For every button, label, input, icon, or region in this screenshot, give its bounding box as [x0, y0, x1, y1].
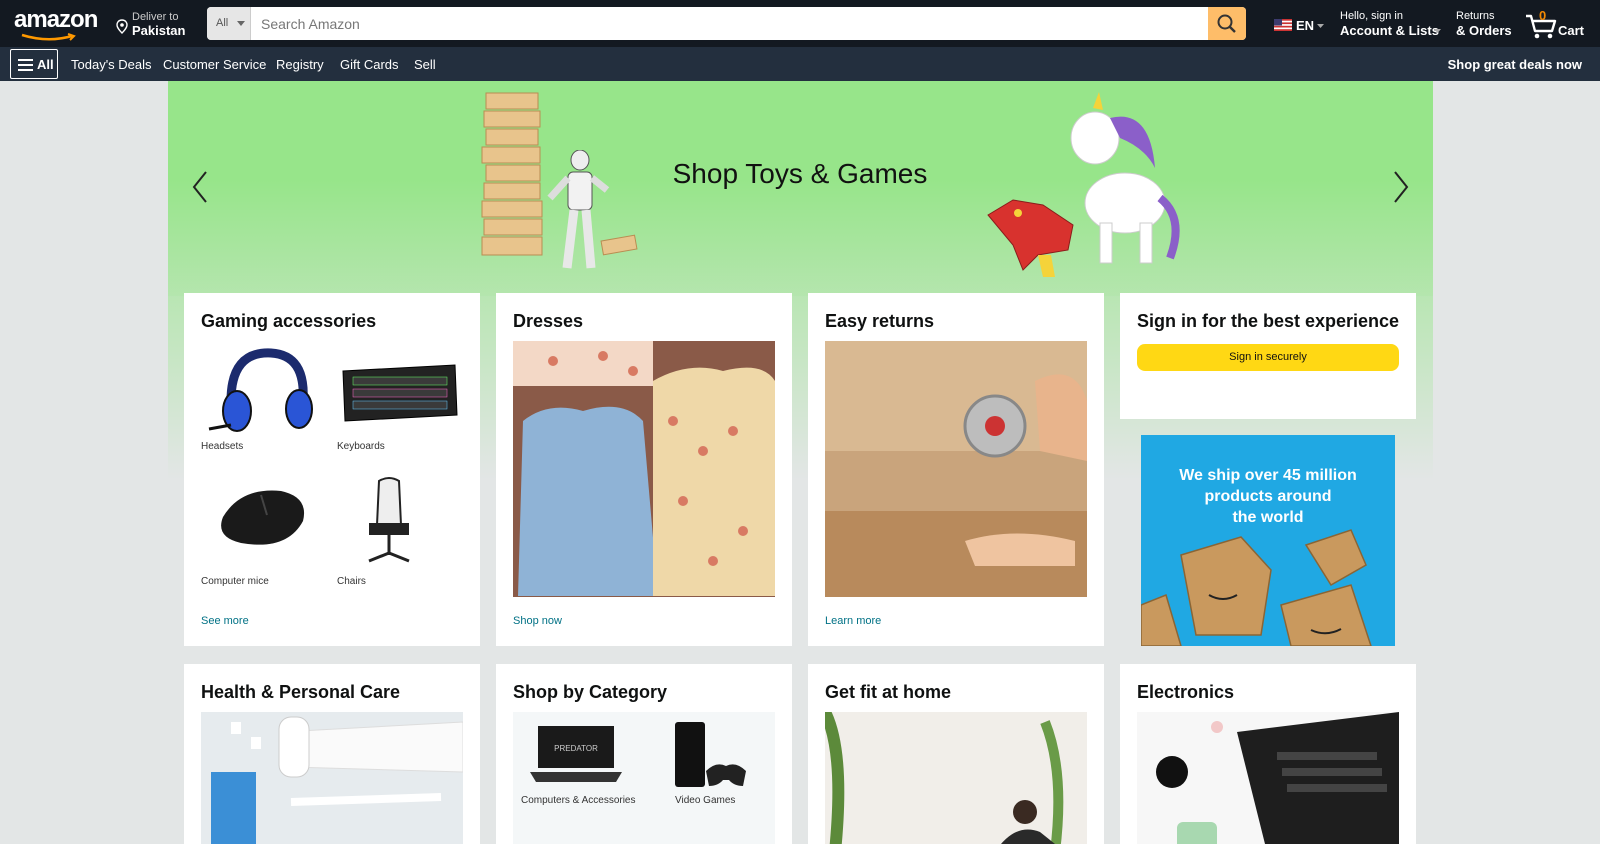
- keyboard-image: [342, 364, 458, 422]
- ad-text: We ship over 45 million products around …: [1141, 465, 1395, 528]
- chevron-down-icon: [1434, 29, 1441, 33]
- amazon-logo[interactable]: amazon: [14, 6, 100, 41]
- top-navigation-bar: amazon Deliver to Pakistan All Search Am…: [0, 0, 1600, 47]
- stormtrooper-figure-image: [547, 150, 610, 269]
- deliver-to-label: Deliver to: [132, 11, 179, 23]
- search-button[interactable]: [1208, 7, 1246, 40]
- computers-accessories-tile[interactable]: PREDATOR: [526, 716, 626, 796]
- headset-image: [208, 348, 313, 432]
- promo-link[interactable]: Shop great deals now: [1448, 57, 1582, 72]
- dresses-card: Dresses Shop now: [496, 293, 792, 646]
- returns-label: Returns: [1456, 10, 1495, 22]
- logo-text: amazon: [14, 6, 98, 33]
- boxes-image: [1141, 529, 1372, 646]
- dresses-image[interactable]: [513, 341, 775, 597]
- card-title: Dresses: [513, 311, 584, 331]
- sign-in-securely-button[interactable]: Sign in securely: [1137, 344, 1399, 371]
- learn-more-link[interactable]: Learn more: [825, 615, 881, 627]
- tile-label-computers: Computers & Accessories: [521, 795, 636, 806]
- account-and-lists[interactable]: Hello, sign in Account & Lists: [1340, 10, 1441, 38]
- shop-by-category-card: Shop by Category PREDATOR Computers & Ac…: [496, 664, 792, 844]
- ad-line-2: products around: [1204, 488, 1332, 505]
- electronics-card: Electronics: [1120, 664, 1416, 844]
- nav-item-todays-deals[interactable]: Today's Deals: [71, 57, 152, 72]
- dinosaur-toy-image: [987, 199, 1074, 277]
- card-title: Get fit at home: [825, 682, 952, 702]
- cart-count: 0: [1539, 8, 1547, 23]
- card-title: Shop by Category: [513, 682, 668, 702]
- tile-label-headsets: Headsets: [201, 441, 244, 452]
- nav-item-sell[interactable]: Sell: [414, 57, 436, 72]
- shipping-ad-banner[interactable]: We ship over 45 million products around …: [1141, 435, 1395, 646]
- keyboards-tile[interactable]: [337, 341, 462, 441]
- all-menu-button[interactable]: All: [10, 49, 58, 79]
- headsets-tile[interactable]: [201, 341, 321, 441]
- search-category-value: All: [216, 17, 229, 29]
- tile-label-chairs: Chairs: [337, 576, 366, 587]
- computer-mouse-image: [221, 490, 305, 545]
- deliver-country: Pakistan: [132, 23, 186, 38]
- all-menu-label: All: [37, 57, 54, 72]
- returns-and-orders[interactable]: Returns & Orders: [1456, 10, 1512, 38]
- jenga-block-image: [600, 234, 638, 256]
- gaming-chair-image: [368, 477, 410, 563]
- menu-icon: [18, 59, 33, 71]
- computer-mice-tile[interactable]: [201, 475, 321, 570]
- see-more-link[interactable]: See more: [201, 615, 249, 627]
- tile-label-computer-mice: Computer mice: [201, 576, 269, 587]
- chevron-down-icon: [237, 21, 245, 26]
- easy-returns-image[interactable]: [825, 341, 1087, 597]
- card-title: Health & Personal Care: [201, 682, 401, 702]
- account-lists-label: Account & Lists: [1340, 23, 1439, 38]
- secondary-navigation-bar: All Today's Deals Customer Service Regis…: [0, 47, 1600, 81]
- us-flag-icon: [1274, 19, 1292, 31]
- search-input[interactable]: [251, 7, 1201, 40]
- card-title: Easy returns: [825, 311, 935, 331]
- electronics-image[interactable]: [1137, 712, 1399, 844]
- card-title: Gaming accessories: [201, 311, 377, 331]
- card-title: Electronics: [1137, 682, 1235, 702]
- video-games-tile[interactable]: [661, 716, 751, 796]
- gaming-accessories-card: Gaming accessories Headsets Keyboards Co…: [184, 293, 480, 646]
- search-icon: [1217, 14, 1236, 33]
- ad-line-1: We ship over 45 million: [1179, 467, 1357, 484]
- card-title: Sign in for the best experience: [1137, 311, 1400, 331]
- carousel-previous-button[interactable]: [186, 157, 216, 217]
- nav-item-customer-service[interactable]: Customer Service: [163, 57, 266, 72]
- account-greeting: Hello, sign in: [1340, 10, 1403, 22]
- health-products-image[interactable]: [201, 712, 463, 844]
- search-category-dropdown[interactable]: All: [207, 7, 251, 40]
- carousel-next-button[interactable]: [1385, 157, 1415, 217]
- language-code: EN: [1296, 18, 1315, 33]
- nav-item-registry[interactable]: Registry: [276, 57, 324, 72]
- logo-smile-icon: [21, 33, 76, 41]
- orders-label: & Orders: [1456, 23, 1512, 38]
- cart-button[interactable]: 0 Cart: [1524, 8, 1596, 40]
- health-personal-care-card: Health & Personal Care: [184, 664, 480, 844]
- nav-item-gift-cards[interactable]: Gift Cards: [340, 57, 399, 72]
- cart-label: Cart: [1558, 23, 1585, 38]
- chairs-tile[interactable]: [337, 475, 462, 570]
- shop-now-link[interactable]: Shop now: [513, 615, 562, 627]
- search-bar: All: [207, 7, 1246, 40]
- sign-in-card: Sign in for the best experience Sign in …: [1120, 293, 1416, 419]
- hero-title: Shop Toys & Games: [672, 158, 928, 189]
- chevron-down-icon: [1317, 24, 1324, 28]
- tile-label-keyboards: Keyboards: [337, 441, 385, 452]
- tile-label-video-games: Video Games: [675, 795, 736, 806]
- svg-text:PREDATOR: PREDATOR: [554, 744, 598, 753]
- fitness-image[interactable]: [825, 712, 1087, 844]
- get-fit-at-home-card: Get fit at home: [808, 664, 1104, 844]
- easy-returns-card: Easy returns Learn more: [808, 293, 1104, 646]
- location-pin-icon: [116, 19, 128, 34]
